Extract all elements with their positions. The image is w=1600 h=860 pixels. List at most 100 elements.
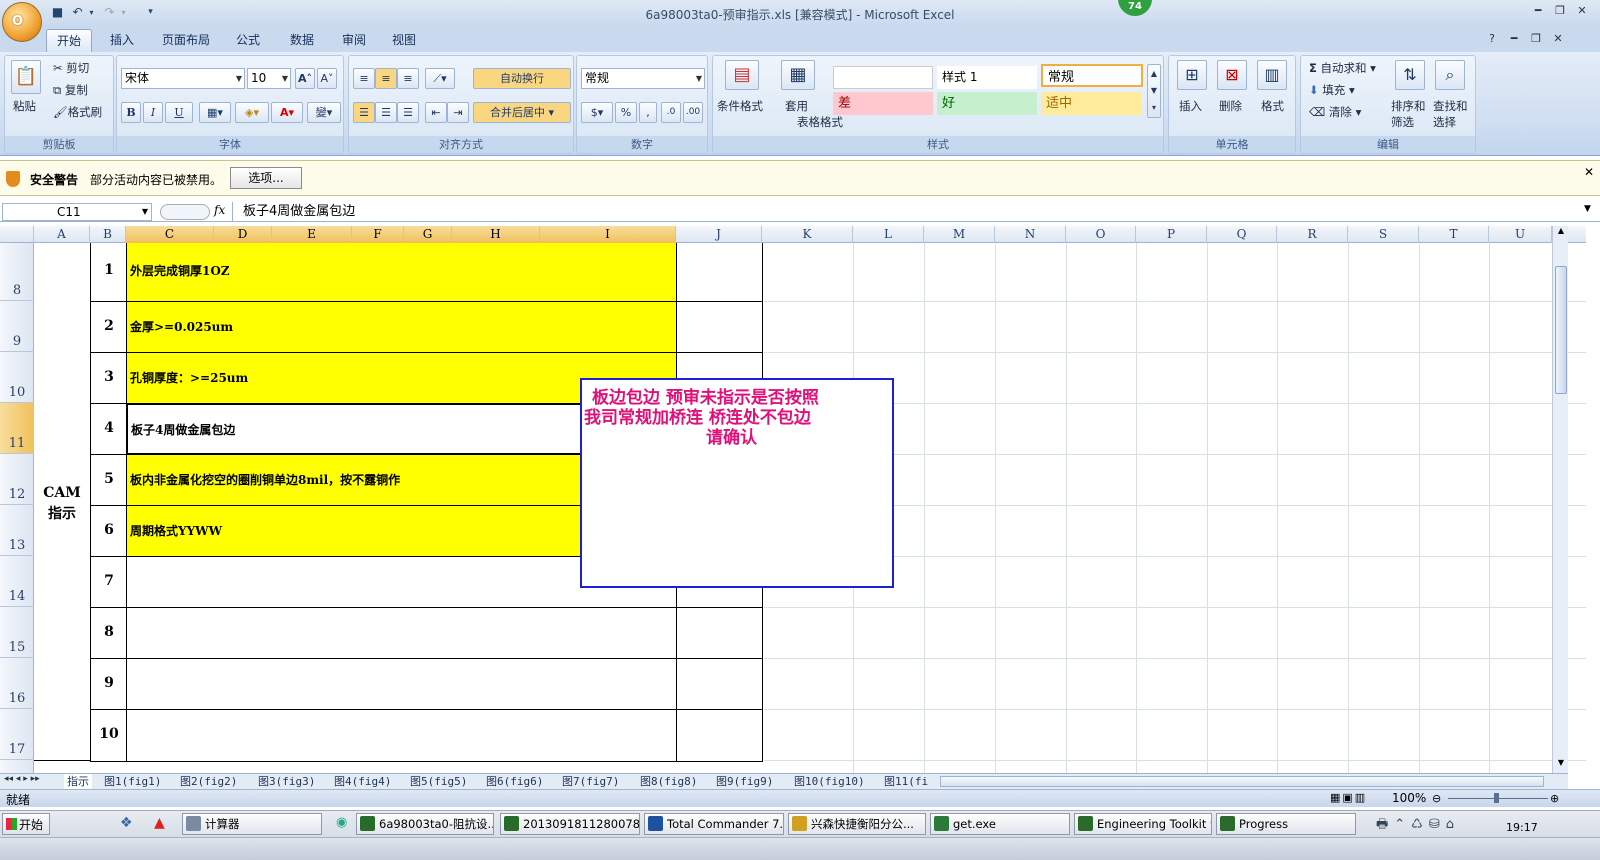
sheet-tab[interactable]: 图6(fig6) [486, 774, 543, 789]
item-number-cell[interactable]: 7 [90, 556, 127, 608]
scroll-up-icon[interactable]: ▲ [1555, 226, 1567, 240]
sheet-tab[interactable]: 图9(fig9) [716, 774, 773, 789]
copy-button[interactable]: ⧉ 复制 [53, 82, 88, 98]
merge-center-button[interactable]: 合并后居中 ▾ [473, 102, 571, 123]
delete-cells-button[interactable]: 删除 [1219, 98, 1242, 114]
column-header[interactable]: K [762, 226, 853, 243]
sheet-tab[interactable]: 图3(fig3) [258, 774, 315, 789]
restore-icon[interactable]: ❐ [1552, 4, 1568, 18]
taskbar-item[interactable]: 2013091811280078.r... [500, 813, 640, 835]
increase-indent-icon[interactable]: ⇥ [447, 102, 469, 123]
column-j-cell[interactable] [676, 243, 763, 302]
sheet-tab[interactable]: 图1(fig1) [104, 774, 161, 789]
row-header[interactable]: 15 [0, 607, 34, 658]
row-header[interactable]: 17 [0, 709, 34, 760]
instruction-cell[interactable] [126, 607, 677, 659]
insert-function-icon[interactable]: fx [214, 203, 225, 217]
italic-button[interactable]: I [143, 102, 163, 123]
row-header[interactable]: 9 [0, 301, 34, 352]
decrease-indent-icon[interactable]: ⇤ [425, 102, 447, 123]
workbook-restore-icon[interactable]: ❐ [1528, 32, 1544, 46]
style-neutral[interactable]: 适中 [1041, 92, 1141, 115]
column-header[interactable]: C [126, 226, 214, 243]
paste-icon[interactable]: 📋 [11, 60, 41, 94]
sort-filter-button-2[interactable]: 筛选 [1391, 114, 1414, 130]
conditional-format-button[interactable]: 条件格式 [717, 98, 763, 114]
style-good[interactable]: 好 [937, 92, 1037, 115]
taskbar-item[interactable]: Progress [1216, 813, 1356, 835]
column-header[interactable]: J [676, 226, 762, 243]
font-name-select[interactable]: 宋体 ▼ [121, 68, 245, 89]
table-format-button-1[interactable]: 套用 [785, 98, 808, 114]
clear-button[interactable]: ⌫ 清除 ▾ [1309, 104, 1361, 120]
item-number-cell[interactable]: 10 [90, 709, 127, 762]
sort-filter-icon[interactable]: ⇅ [1395, 60, 1425, 90]
font-size-select[interactable]: 10 ▼ [247, 68, 291, 89]
taskbar-item[interactable]: Engineering Toolkit 9.... [1074, 813, 1212, 835]
row-header[interactable]: 14 [0, 556, 34, 607]
style-normal[interactable]: 常规 [1041, 64, 1143, 87]
system-tray-icons[interactable]: 🖶⌃♺⛁⌂ [1376, 815, 1460, 837]
instruction-cell[interactable]: 外层完成铜厚1OZ [126, 243, 677, 302]
orientation-icon[interactable]: ⟋▾ [425, 68, 455, 89]
decrease-decimal-icon[interactable]: .00 [683, 102, 703, 123]
align-center-icon[interactable]: ☰ [375, 102, 397, 123]
taskbar-item[interactable]: Total Commander 7.0... [644, 813, 784, 835]
column-j-cell[interactable] [676, 709, 763, 762]
format-painter-button[interactable]: 🖌格式刷 [53, 104, 102, 120]
item-number-cell[interactable]: 9 [90, 658, 127, 710]
instruction-cell[interactable] [126, 709, 677, 762]
bold-button[interactable]: B [121, 102, 141, 123]
help-icon[interactable]: ? [1484, 32, 1500, 46]
column-header[interactable]: I [540, 226, 676, 243]
fill-color-icon[interactable]: ◈▾ [235, 102, 269, 123]
sheet-tab[interactable]: 图10(fig10) [794, 774, 865, 789]
close-icon[interactable]: ✕ [1574, 4, 1590, 18]
item-number-cell[interactable]: 5 [90, 454, 127, 506]
currency-icon[interactable]: $▾ [581, 102, 613, 123]
expand-formula-icon[interactable]: ▼ [1584, 204, 1591, 214]
grow-font-icon[interactable]: A˄ [295, 68, 315, 89]
zoom-in-icon[interactable]: ⊕ [1550, 792, 1559, 805]
style-1[interactable]: 样式 1 [937, 66, 1037, 89]
fill-button[interactable]: ⬇ 填充 ▾ [1309, 82, 1355, 98]
sheet-tab[interactable]: 图8(fig8) [640, 774, 697, 789]
scroll-thumb[interactable] [1555, 266, 1567, 394]
sheet-nav-icon[interactable]: ◂◂ ◂ ▸ ▸▸ [4, 774, 40, 784]
zoom-slider-thumb[interactable] [1494, 793, 1499, 803]
column-header[interactable]: T [1419, 226, 1489, 243]
paste-button[interactable]: 粘贴 [13, 98, 36, 114]
column-header[interactable]: U [1489, 226, 1552, 243]
column-header[interactable]: D [214, 226, 272, 243]
column-header[interactable]: B [90, 226, 126, 243]
tab-home[interactable]: 开始 [46, 29, 93, 52]
workbook-minimize-icon[interactable]: ━ [1506, 32, 1522, 46]
column-header[interactable]: L [853, 226, 924, 243]
border-icon[interactable]: ▦▾ [199, 102, 231, 123]
column-j-cell[interactable] [676, 607, 763, 659]
tab-review[interactable]: 审阅 [332, 29, 376, 52]
styles-scroll-icon[interactable]: ▲ ▼ ▾ [1147, 64, 1161, 118]
sheet-tab[interactable]: 图4(fig4) [334, 774, 391, 789]
instruction-cell[interactable] [126, 658, 677, 710]
office-button[interactable]: O [2, 2, 42, 42]
row-header[interactable]: 8 [0, 243, 34, 301]
column-header[interactable]: G [404, 226, 452, 243]
cam-label-cell[interactable]: CAM 指示 [34, 243, 91, 761]
insert-cells-button[interactable]: 插入 [1179, 98, 1202, 114]
table-format-icon[interactable]: ▦ [781, 60, 815, 90]
style-bad[interactable]: 差 [833, 92, 933, 115]
binoculars-icon[interactable]: ⌕ [1435, 60, 1465, 90]
increase-decimal-icon[interactable]: .0 [661, 102, 681, 123]
vertical-scrollbar[interactable]: ▲ ▼ [1552, 226, 1568, 773]
workbook-close-icon[interactable]: ✕ [1550, 32, 1566, 46]
tab-insert[interactable]: 插入 [100, 29, 144, 52]
zoom-level[interactable]: 100% [1392, 791, 1426, 805]
format-cells-icon[interactable]: ▥ [1257, 60, 1287, 90]
phonetic-icon[interactable]: 變▾ [307, 102, 341, 123]
tab-data[interactable]: 数据 [280, 29, 324, 52]
percent-button[interactable]: % [615, 102, 637, 123]
tab-view[interactable]: 视图 [382, 29, 426, 52]
select-all-corner[interactable] [0, 226, 34, 243]
item-number-cell[interactable]: 2 [90, 301, 127, 353]
